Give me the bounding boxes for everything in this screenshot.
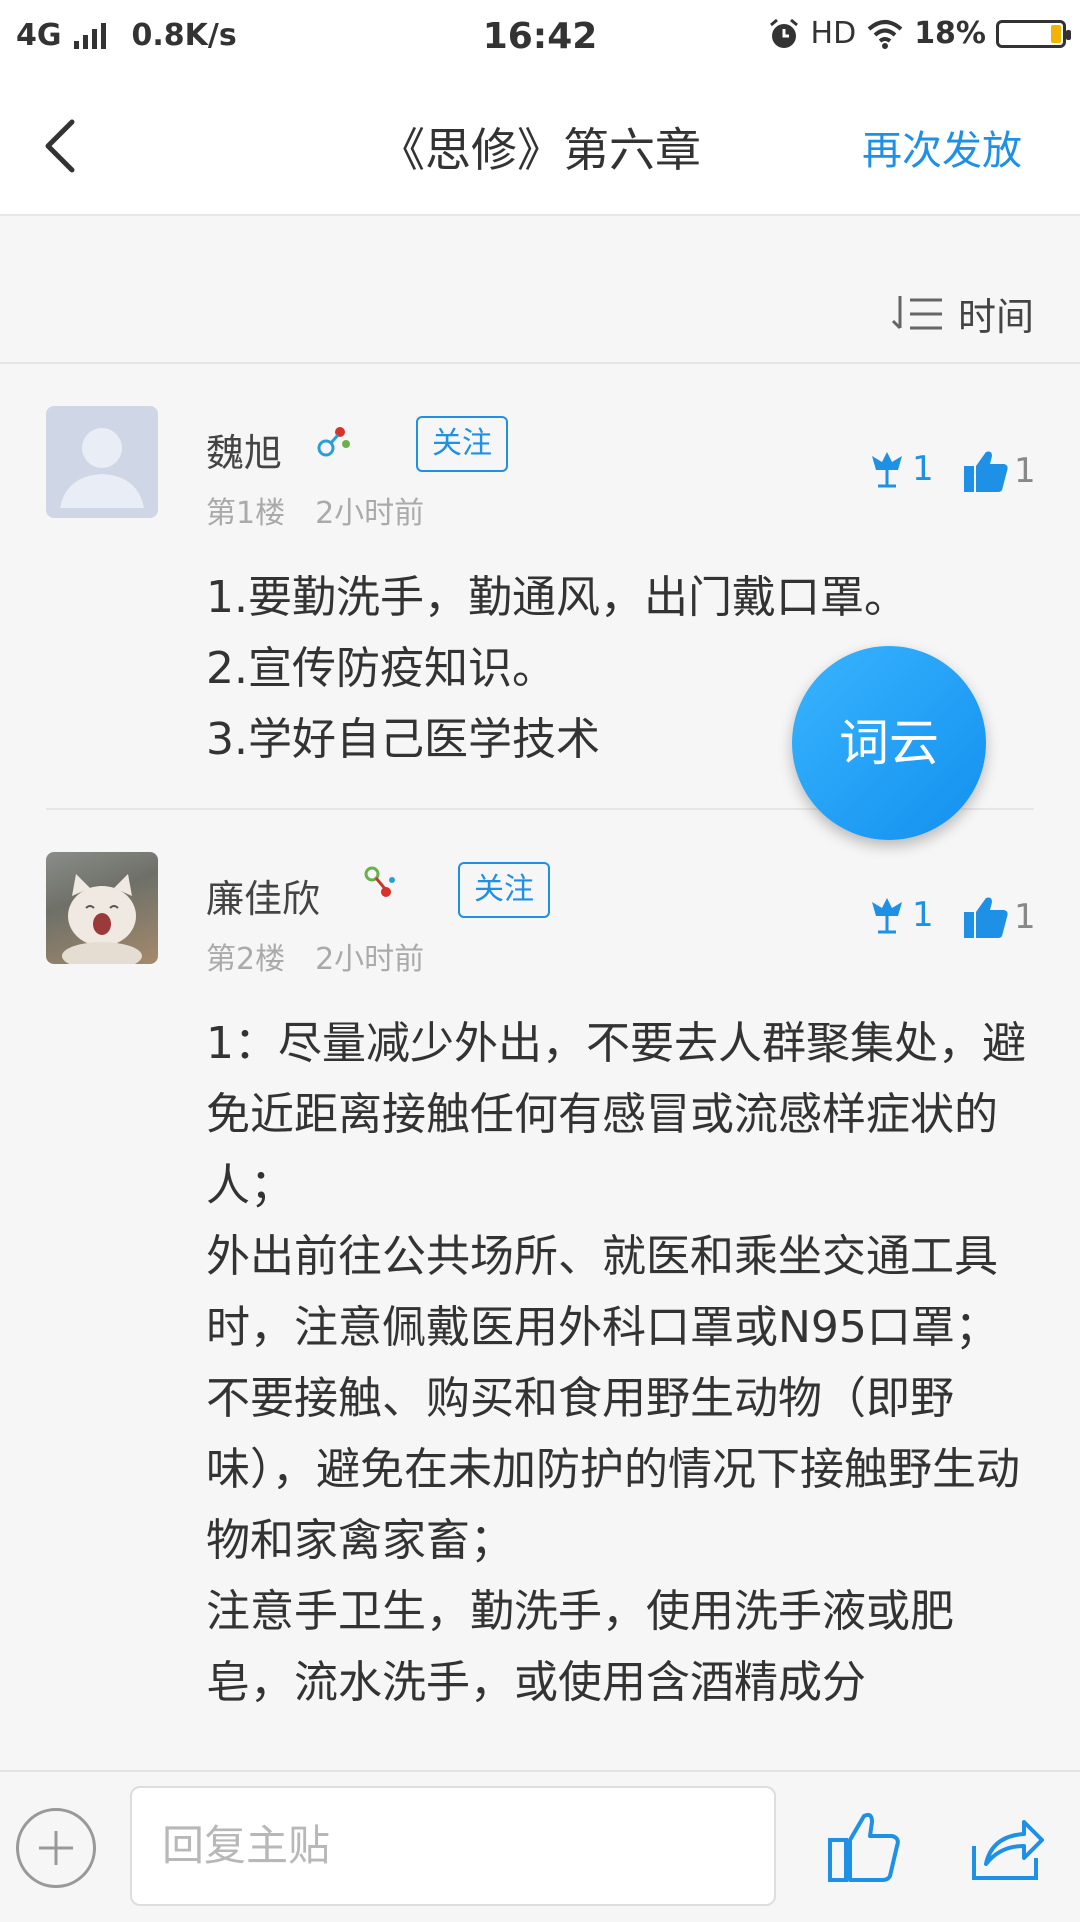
floor-number: 第1楼 — [206, 496, 286, 531]
reply-input[interactable]: 回复主贴 — [130, 1786, 776, 1906]
post-item: 廉佳欣 关注 第2楼 2小时前 1 1 1：尽量减少外出，不要去人群聚集处，避免近… — [0, 808, 1080, 1770]
flower-count: 1 — [912, 895, 934, 935]
avatar[interactable] — [46, 406, 158, 518]
like-button[interactable]: 1 — [962, 448, 1036, 494]
post-meta: 第2楼 2小时前 — [206, 934, 424, 978]
thumbs-up-icon — [964, 897, 1008, 938]
reply-bar: 回复主贴 — [0, 1770, 1080, 1922]
add-attachment-button[interactable] — [16, 1808, 96, 1888]
status-bar: 4G 0.8K/s 16:42 HD 18% — [0, 0, 1080, 76]
sort-label: 时间 — [957, 295, 1034, 339]
thumbs-up-icon — [964, 451, 1008, 492]
share-icon[interactable] — [966, 1806, 1046, 1886]
hd-label: HD — [810, 16, 857, 51]
post-meta: 第1楼 2小时前 — [206, 488, 424, 532]
cat-avatar-image — [62, 874, 142, 964]
medal-icon — [364, 866, 395, 897]
plus-icon — [39, 1831, 73, 1865]
medal-icon — [317, 427, 350, 457]
flower-icon — [872, 898, 902, 934]
post-time: 2小时前 — [315, 496, 425, 531]
flower-button[interactable]: 1 — [866, 894, 934, 936]
flower-button[interactable]: 1 — [866, 448, 934, 490]
like-count: 1 — [1014, 897, 1036, 937]
status-right: HD 18% — [767, 16, 1071, 51]
wifi-icon — [867, 19, 903, 49]
word-cloud-button[interactable]: 词云 — [792, 646, 986, 840]
floor-number: 第2楼 — [206, 942, 286, 977]
alarm-icon — [769, 18, 798, 48]
post-time: 2小时前 — [315, 942, 425, 977]
flower-icon — [872, 452, 902, 488]
flower-count: 1 — [912, 449, 934, 489]
nav-header: 《思修》第六章 再次发放 — [0, 76, 1080, 216]
follow-button[interactable]: 关注 — [416, 416, 508, 472]
sort-bar: 时间 — [0, 256, 1080, 364]
battery-percent: 18% — [914, 16, 986, 51]
user-name[interactable]: 魏旭 — [206, 422, 282, 477]
like-count: 1 — [1014, 451, 1036, 491]
sort-icon — [891, 295, 942, 329]
like-button[interactable]: 1 — [962, 894, 1036, 940]
battery-icon — [996, 19, 1071, 48]
avatar[interactable] — [46, 852, 158, 964]
sort-by-time-button[interactable]: 时间 — [890, 286, 1034, 341]
follow-button[interactable]: 关注 — [458, 862, 550, 918]
user-name[interactable]: 廉佳欣 — [206, 868, 320, 923]
thumbs-up-outline-icon[interactable] — [824, 1806, 904, 1886]
redistribute-button[interactable]: 再次发放 — [862, 118, 1022, 176]
post-content: 1：尽量减少外出，不要去人群聚集处，避免近距离接触任何有感冒或流感样症状的人； … — [206, 1018, 1026, 1708]
default-avatar-icon — [60, 428, 144, 508]
